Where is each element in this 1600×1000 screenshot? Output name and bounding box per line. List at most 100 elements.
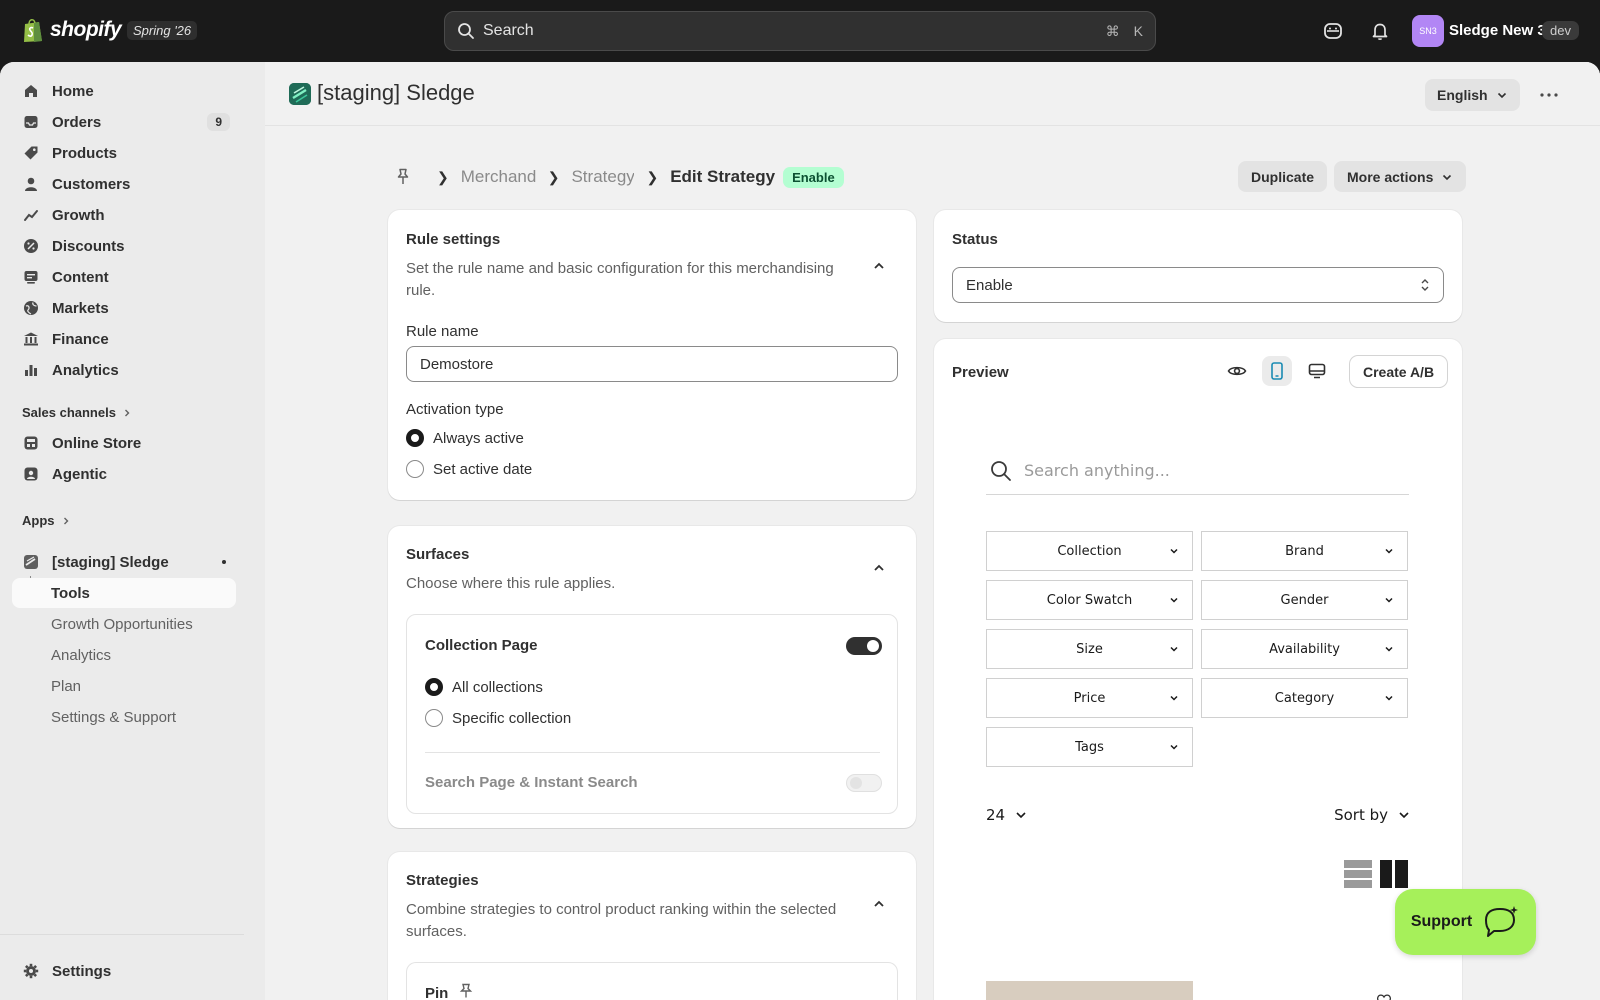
- card-description: Combine strategies to control product ra…: [406, 901, 837, 940]
- create-ab-button[interactable]: Create A/B: [1350, 356, 1448, 387]
- sidebar-item-growth[interactable]: Growth: [12, 200, 236, 230]
- filter-label: Category: [1274, 690, 1335, 706]
- sidebar-item-label: Markets: [52, 299, 109, 317]
- per-page-select[interactable]: 24: [986, 806, 1027, 824]
- sidebar-item-analytics[interactable]: Analytics: [12, 355, 236, 385]
- sidebar-item-home[interactable]: Home: [12, 76, 236, 106]
- sidebar-item-agentic[interactable]: Agentic: [12, 459, 236, 489]
- sidebar-item-label: Agentic: [52, 465, 108, 483]
- language-value: English: [1437, 87, 1488, 103]
- card-title: Status: [952, 231, 998, 248]
- store-avatar[interactable]: SN3: [1412, 15, 1444, 47]
- preview-desktop-button[interactable]: [1302, 356, 1332, 386]
- chevron-down-icon: [1385, 646, 1393, 652]
- collection-page-toggle[interactable]: [846, 637, 882, 655]
- sales-channels-header[interactable]: Sales channels: [22, 405, 132, 420]
- radio-button[interactable]: [406, 460, 424, 478]
- store-name[interactable]: Sledge New 3: [1449, 22, 1546, 39]
- radio-label: Set active date: [433, 460, 533, 478]
- sidebar-subitem-analytics[interactable]: Analytics: [12, 640, 236, 670]
- heart-icon[interactable]: [1376, 993, 1392, 1000]
- sidebar-item-markets[interactable]: Markets: [12, 293, 236, 323]
- filter-availability[interactable]: Availability: [1201, 629, 1408, 669]
- chevron-right-icon: ❯: [437, 168, 449, 185]
- search-page-label: Search Page & Instant Search: [425, 774, 638, 791]
- sidebar-item-label: Customers: [52, 175, 131, 193]
- search-bar[interactable]: Search ⌘ K: [444, 11, 1156, 51]
- chevron-down-icon: [1016, 812, 1026, 819]
- breadcrumb-merchandising[interactable]: Merchandising: [461, 167, 536, 187]
- radio-specific-collection[interactable]: Specific collection: [425, 709, 571, 727]
- rule-name-label: Rule name: [406, 323, 479, 340]
- preview-eye-button[interactable]: [1222, 356, 1252, 386]
- filter-category[interactable]: Category: [1201, 678, 1408, 718]
- filter-color-swatch[interactable]: Color Swatch: [986, 580, 1193, 620]
- sidebar-item-discounts[interactable]: Discounts: [12, 231, 236, 261]
- shortcut-key: K: [1133, 22, 1143, 39]
- list-view-icon[interactable]: [1344, 860, 1372, 891]
- rule-name-input[interactable]: Demostore: [406, 346, 898, 382]
- search-page-toggle[interactable]: [846, 774, 882, 792]
- chevron-up-icon[interactable]: [871, 896, 887, 912]
- filter-tags[interactable]: Tags: [986, 727, 1193, 767]
- pin-icon[interactable]: [395, 168, 411, 186]
- sidebar-item-online-store[interactable]: Online Store: [12, 428, 236, 458]
- chevron-down-icon: [1170, 744, 1178, 750]
- store-icon: [22, 434, 40, 452]
- support-label: Support: [1410, 913, 1473, 930]
- filter-gender[interactable]: Gender: [1201, 580, 1408, 620]
- sidebar-item-content[interactable]: Content: [12, 262, 236, 292]
- surface-options-panel: Collection Page All collections Specific…: [406, 614, 898, 814]
- shopify-logo[interactable]: shopify: [22, 17, 122, 43]
- bell-icon[interactable]: [1367, 18, 1393, 44]
- more-options-button[interactable]: [1533, 79, 1565, 111]
- chevron-down-icon: [1399, 812, 1409, 819]
- preview-search-input[interactable]: Search anything...: [986, 447, 1409, 495]
- filter-price[interactable]: Price: [986, 678, 1193, 718]
- ellipsis-icon: [1540, 93, 1558, 97]
- card-title: Surfaces: [406, 546, 470, 563]
- sidebar-subitem-plan[interactable]: Plan: [12, 671, 236, 701]
- sidekick-icon[interactable]: [1320, 18, 1346, 44]
- preview-mobile-button[interactable]: [1262, 356, 1292, 386]
- sidebar-item-settings[interactable]: Settings: [12, 956, 236, 986]
- sidebar-item-sledge-app[interactable]: [staging] Sledge: [12, 547, 236, 577]
- chevron-right-icon: ❯: [547, 168, 560, 185]
- eye-icon: [1227, 366, 1247, 376]
- breadcrumb-strategy[interactable]: Strategy: [571, 167, 634, 187]
- radio-all-collections[interactable]: All collections: [425, 678, 543, 696]
- apps-header[interactable]: Apps: [22, 513, 71, 528]
- radio-set-active-date[interactable]: Set active date: [406, 460, 532, 478]
- chevron-up-icon[interactable]: [871, 258, 887, 274]
- sort-by-select[interactable]: Sort by: [1334, 806, 1410, 824]
- more-actions-button[interactable]: More actions: [1334, 161, 1467, 192]
- mobile-icon: [1271, 362, 1283, 380]
- card-title: Rule settings: [406, 231, 501, 248]
- product-thumbnail[interactable]: [986, 981, 1193, 1000]
- sidebar-item-finance[interactable]: Finance: [12, 324, 236, 354]
- home-icon: [22, 82, 40, 100]
- sidebar-subitem-settings-support[interactable]: Settings & Support: [12, 702, 236, 732]
- radio-button[interactable]: [406, 429, 424, 447]
- radio-always-active[interactable]: Always active: [406, 429, 524, 447]
- chevron-up-icon[interactable]: [871, 560, 887, 576]
- filter-brand[interactable]: Brand: [1201, 531, 1408, 571]
- language-select[interactable]: English: [1425, 79, 1520, 111]
- filter-collection[interactable]: Collection: [986, 531, 1193, 571]
- filter-size[interactable]: Size: [986, 629, 1193, 669]
- duplicate-button[interactable]: Duplicate: [1238, 161, 1328, 192]
- support-button[interactable]: Support: [1395, 889, 1536, 955]
- search-icon: [458, 23, 474, 39]
- grid-view-icon[interactable]: [1380, 860, 1408, 891]
- radio-button[interactable]: [425, 678, 443, 696]
- sidebar-item-customers[interactable]: Customers: [12, 169, 236, 199]
- shopify-bag-icon: [24, 19, 42, 42]
- status-select[interactable]: Enable: [952, 267, 1444, 303]
- growth-icon: [22, 206, 40, 224]
- radio-button[interactable]: [425, 709, 443, 727]
- sidebar-subitem-growth-opportunities[interactable]: Growth Opportunities: [12, 609, 236, 639]
- sidebar-item-orders[interactable]: Orders 9: [12, 107, 236, 137]
- sidebar-subitem-tools[interactable]: Tools: [12, 578, 236, 608]
- chevron-down-icon: [1385, 548, 1393, 554]
- sidebar-item-products[interactable]: Products: [12, 138, 236, 168]
